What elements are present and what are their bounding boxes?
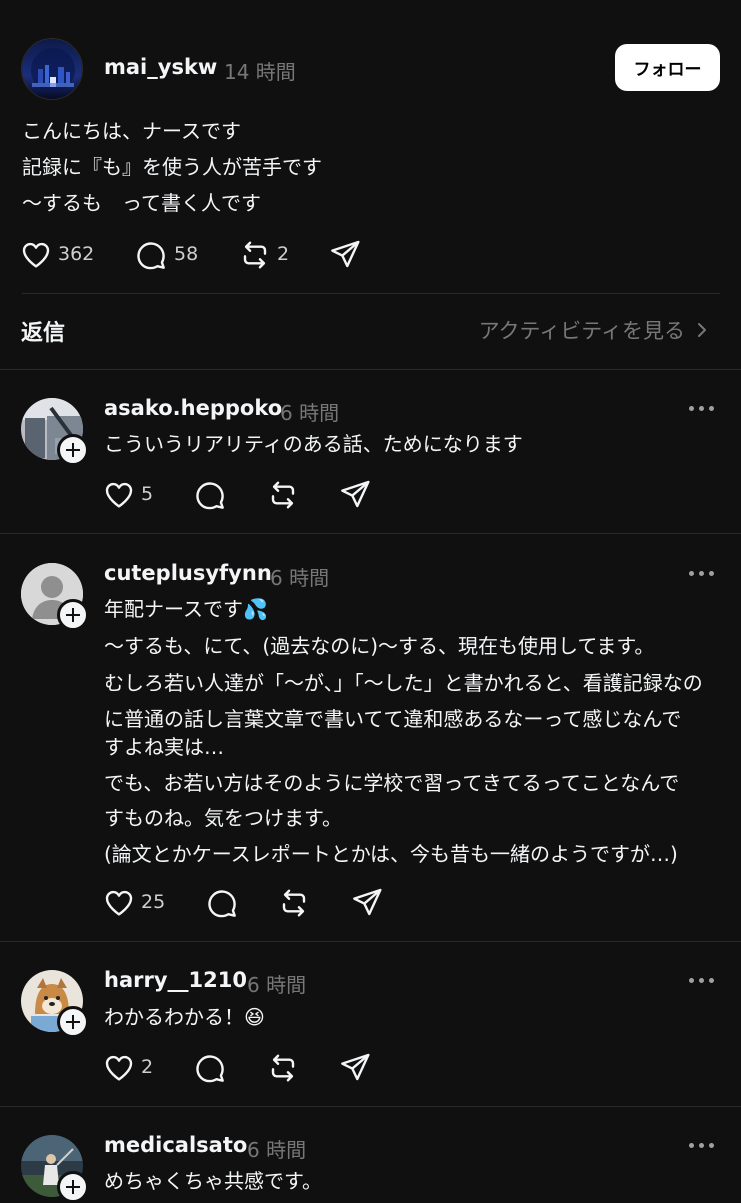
repost-icon	[239, 239, 271, 271]
repost-icon[interactable]	[267, 479, 299, 511]
like-count: 362	[58, 243, 95, 265]
reply-text-line: (論文とかケースレポートとかは、今も昔も一緒のようですが…)	[104, 842, 678, 866]
comment-icon	[135, 239, 167, 271]
reply-username[interactable]: medicalsato	[104, 1133, 247, 1157]
reply-text-line: 年配ナースです💦	[104, 597, 268, 621]
reply-text-line: すよね実は…	[104, 735, 224, 759]
more-dots-icon[interactable]	[689, 405, 715, 413]
reply-timestamp: 6 時間	[270, 566, 330, 590]
like-count: 5	[141, 483, 154, 505]
reply-username[interactable]: asako.heppoko	[104, 396, 282, 420]
plus-icon[interactable]	[57, 434, 89, 466]
comment-icon[interactable]	[206, 887, 238, 919]
divider	[0, 533, 741, 534]
post-text-line: 〜するも って書く人です	[22, 191, 261, 215]
repost-icon[interactable]	[267, 1052, 299, 1084]
post-text-line: こんにちは、ナースです	[22, 119, 241, 143]
divider	[0, 369, 741, 370]
reply-text-line: わかるわかる！😆	[104, 1005, 265, 1029]
divider	[0, 941, 741, 942]
reply-text-line: 〜するも、にて、(過去なのに)〜する、現在も使用してます。	[104, 634, 655, 658]
follow-button-label: フォロー	[633, 60, 702, 80]
reply-text-line: めちゃくちゃ共感です。	[104, 1169, 322, 1193]
more-dots-icon[interactable]	[689, 1142, 715, 1150]
heart-icon	[103, 1052, 135, 1084]
plus-icon[interactable]	[57, 1171, 89, 1203]
comment-icon[interactable]	[194, 479, 226, 511]
like-count: 25	[141, 891, 166, 913]
plus-icon[interactable]	[57, 1006, 89, 1038]
send-icon[interactable]	[339, 1051, 371, 1083]
follow-button[interactable]: フォロー	[615, 44, 720, 91]
reply-username[interactable]: harry__1210	[104, 968, 247, 992]
reply-text-line: でも、お若い方はそのように学校で習ってきてるってことなんで	[104, 771, 680, 795]
reply-text-line: こういうリアリティのある話、ためになります	[104, 432, 523, 456]
heart-icon	[103, 887, 135, 919]
reply-text-line: むしろ若い人達が「〜が、」「〜した」と書かれると、看護記録なの	[104, 671, 703, 695]
reply-timestamp: 6 時間	[247, 973, 307, 997]
avatar-photo-night-city	[22, 39, 82, 99]
reply-count: 58	[174, 243, 199, 265]
activity-link[interactable]: アクティビティを見る	[479, 315, 711, 345]
replies-title: 返信	[21, 321, 66, 346]
divider	[0, 1106, 741, 1107]
reply-username[interactable]: cuteplusyfynn	[104, 561, 272, 585]
heart-icon	[103, 479, 135, 511]
avatar[interactable]	[21, 38, 83, 100]
send-icon[interactable]	[339, 478, 371, 510]
heart-icon	[20, 239, 52, 271]
repost-icon[interactable]	[278, 887, 310, 919]
like-count: 2	[141, 1056, 154, 1078]
post-text-line: 記録に『も』を使う人が苦手です	[22, 155, 322, 179]
comment-icon[interactable]	[194, 1052, 226, 1084]
reply-timestamp: 6 時間	[247, 1138, 307, 1162]
more-dots-icon[interactable]	[689, 977, 715, 985]
post-timestamp: 14 時間	[224, 60, 296, 84]
activity-label: アクティビティを見る	[478, 319, 685, 343]
repost-count: 2	[277, 243, 290, 265]
post-username[interactable]: mai_yskw	[104, 55, 217, 79]
chevron-right-icon	[698, 323, 706, 337]
send-icon[interactable]	[329, 238, 361, 270]
more-dots-icon[interactable]	[689, 570, 715, 578]
divider	[22, 293, 720, 294]
send-icon[interactable]	[351, 886, 383, 918]
plus-icon[interactable]	[57, 599, 89, 631]
reply-text-line: すものね。気をつけます。	[104, 806, 342, 830]
reply-timestamp: 6 時間	[280, 401, 340, 425]
